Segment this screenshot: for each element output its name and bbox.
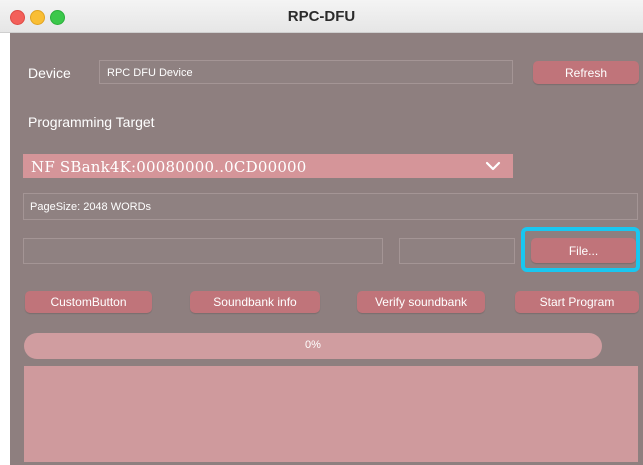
log-area[interactable] <box>24 366 638 462</box>
device-label: Device <box>28 65 71 81</box>
page-size-field: PageSize: 2048 WORDs <box>23 193 638 220</box>
window-title: RPC-DFU <box>287 8 356 25</box>
file-path-field[interactable] <box>23 238 383 264</box>
custom-button[interactable]: CustomButton <box>25 291 152 313</box>
progress-percent: 0% <box>305 339 321 351</box>
soundbank-info-button[interactable]: Soundbank info <box>190 291 320 313</box>
file-button[interactable]: File... <box>531 238 636 263</box>
programming-target-label: Programming Target <box>28 114 155 130</box>
refresh-button[interactable]: Refresh <box>533 61 639 84</box>
file-info-field[interactable] <box>399 238 515 264</box>
progress-bar: 0% <box>24 333 602 359</box>
verify-soundbank-button[interactable]: Verify soundbank <box>357 291 485 313</box>
device-field[interactable]: RPC DFU Device <box>99 60 513 84</box>
page-size-label: PageSize: 2048 WORDs <box>30 201 152 213</box>
chevron-down-icon <box>485 161 501 171</box>
start-program-button[interactable]: Start Program <box>515 291 639 313</box>
device-value: RPC DFU Device <box>107 67 193 79</box>
programming-target-dropdown[interactable]: NF SBank4K:00080000..0CD00000 <box>23 154 513 178</box>
title-bar: RPC-DFU <box>0 0 643 33</box>
programming-target-selected: NF SBank4K:00080000..0CD00000 <box>31 158 307 176</box>
